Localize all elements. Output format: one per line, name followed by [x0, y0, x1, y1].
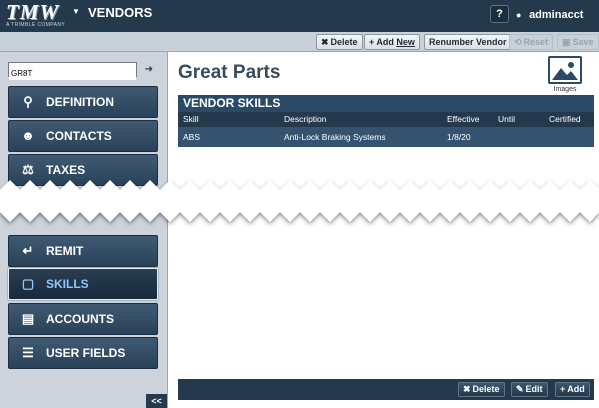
list-icon: ☰ — [22, 345, 34, 360]
edit-skill-button[interactable]: ✎ Edit — [511, 382, 548, 397]
person-icon: ☻ — [21, 128, 35, 143]
images-button[interactable]: Images — [548, 56, 582, 96]
toolbox-icon: ▢ — [21, 276, 35, 291]
sidebar-item-accounts[interactable]: ▤ ACCOUNTS — [8, 303, 158, 335]
save-button[interactable]: ▣ Save — [557, 34, 599, 50]
close-icon: ✖ — [321, 37, 329, 47]
main-content: Great Parts Images VENDOR SKILLS Skill D… — [167, 52, 599, 408]
user-menu[interactable]: ● adminacct — [516, 9, 583, 21]
renumber-vendor-button[interactable]: Renumber Vendor — [424, 34, 512, 50]
sidebar-item-user-fields[interactable]: ☰ USER FIELDS — [8, 337, 158, 369]
app-title: VENDORS — [88, 5, 153, 20]
sidebar-item-contacts[interactable]: ☻ CONTACTS — [8, 120, 158, 152]
sidebar-item-remit[interactable]: ↵ REMIT — [8, 235, 158, 267]
card-icon: ▤ — [21, 311, 35, 326]
sidebar-item-skills[interactable]: ▢ SKILLS — [8, 268, 158, 300]
pencil-icon: ✎ — [516, 384, 524, 394]
column-header-description[interactable]: Description — [284, 112, 327, 127]
plus-icon: + — [560, 384, 566, 394]
image-icon — [548, 56, 582, 84]
column-header-certified[interactable]: Certified — [549, 112, 581, 127]
add-new-vendor-button[interactable]: + Add New — [364, 34, 420, 50]
username: adminacct — [529, 9, 584, 21]
toolbar: ✖ Delete + Add New Renumber Vendor ⟲ Reset… — [0, 32, 599, 52]
vendor-search-input[interactable] — [9, 67, 136, 80]
column-header-skill[interactable]: Skill — [183, 112, 199, 127]
collapse-sidebar-button[interactable]: << — [146, 394, 167, 408]
app-menu-caret-icon[interactable]: ▼ — [72, 7, 80, 16]
add-skill-button[interactable]: + Add — [555, 382, 590, 397]
vendors-app: TMW A TRIMBLE COMPANY ▼ VENDORS ? ● admi… — [0, 0, 599, 408]
save-icon: ▣ — [562, 37, 571, 47]
user-icon: ● — [516, 10, 522, 20]
search-icon: ⚲ — [23, 94, 33, 109]
images-label: Images — [553, 86, 577, 93]
top-header: TMW A TRIMBLE COMPANY ▼ VENDORS ? ● admi… — [0, 0, 599, 32]
grid-action-bar: ✖ Delete ✎ Edit + Add — [178, 379, 594, 400]
reset-button[interactable]: ⟲ Reset — [509, 34, 554, 50]
cell-effective: 1/8/20 — [447, 132, 471, 142]
page-title: Great Parts — [178, 62, 281, 83]
torn-edge — [0, 180, 599, 222]
panel-title: VENDOR SKILLS — [178, 95, 594, 112]
search-go-icon[interactable]: ➜ — [141, 62, 157, 77]
grid-header: Skill Description Effective Until Certif… — [178, 112, 594, 127]
column-header-until[interactable]: Until — [498, 112, 515, 127]
reset-icon: ⟲ — [514, 37, 522, 47]
delete-vendor-button[interactable]: ✖ Delete — [316, 34, 363, 50]
help-button[interactable]: ? — [490, 5, 509, 23]
sidebar-item-definition[interactable]: ⚲ DEFINITION — [8, 86, 158, 118]
column-header-effective[interactable]: Effective — [447, 112, 479, 127]
delete-skill-button[interactable]: ✖ Delete — [458, 382, 505, 397]
vendor-skills-panel: VENDOR SKILLS Skill Description Effectiv… — [178, 95, 594, 151]
logo-subtext: A TRIMBLE COMPANY — [6, 22, 66, 28]
vendor-search — [8, 62, 137, 80]
cell-description: Anti-Lock Braking Systems — [284, 132, 386, 142]
logo-text: TMW — [6, 0, 60, 24]
cell-skill: ABS — [183, 132, 201, 142]
close-icon: ✖ — [463, 384, 471, 394]
tmw-logo[interactable]: TMW A TRIMBLE COMPANY — [6, 0, 68, 29]
sidebar: ➜ ⚲ DEFINITION ☻ CONTACTS ⚖ TAXES ↵ REMI… — [0, 52, 167, 408]
table-row[interactable]: ABS Anti-Lock Braking Systems 1/8/20 — [178, 127, 594, 147]
return-arrow-icon: ↵ — [22, 243, 34, 258]
